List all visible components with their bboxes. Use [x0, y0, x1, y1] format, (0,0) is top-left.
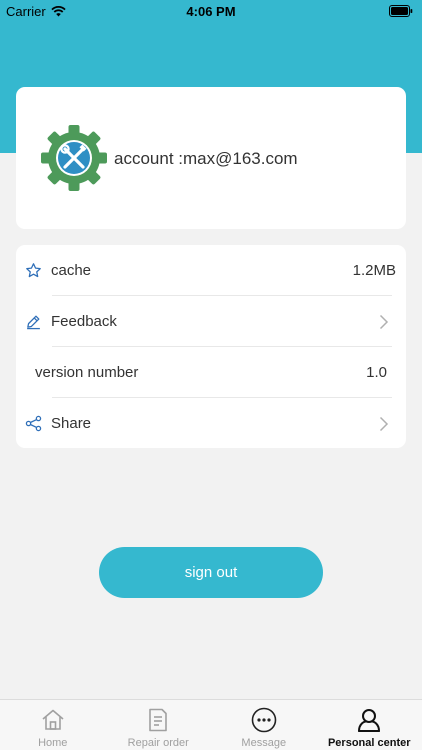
sign-out-button[interactable]: sign out [99, 547, 323, 598]
tab-label: Personal center [327, 737, 411, 749]
tab-label: Home [38, 737, 68, 749]
chevron-right-icon [379, 314, 389, 330]
gear-tools-icon [41, 125, 107, 191]
share-label: Share [51, 415, 92, 432]
document-icon [149, 708, 168, 732]
status-time: 4:06 PM [186, 4, 236, 19]
tab-repair-order[interactable]: Repair order [106, 700, 212, 750]
person-icon [358, 709, 381, 732]
menu-item-share[interactable]: Share [16, 398, 406, 449]
version-value: 1.0 [366, 364, 387, 381]
profile-card: account :max@163.com [16, 87, 406, 229]
tab-label: Message [241, 737, 287, 749]
chevron-right-icon [379, 416, 389, 432]
pencil-icon [27, 315, 40, 330]
tab-message[interactable]: Message [211, 700, 317, 750]
share-icon [25, 415, 42, 432]
menu-item-feedback[interactable]: Feedback [16, 296, 406, 347]
status-bar: Carrier 4:06 PM [0, 0, 422, 22]
tab-personal-center[interactable]: Personal center [317, 700, 422, 750]
cache-value: 1.2MB [352, 262, 396, 279]
feedback-label: Feedback [51, 313, 117, 330]
menu-item-version: version number 1.0 [16, 347, 406, 398]
battery-icon [389, 5, 413, 17]
version-label: version number [35, 364, 139, 381]
settings-menu: cache 1.2MB Feedback version number 1.0 … [16, 245, 406, 448]
cache-label: cache [51, 262, 92, 279]
home-icon [42, 709, 64, 730]
star-icon [26, 263, 41, 278]
account-label: account :max@163.com [114, 149, 298, 168]
tab-bar: Home Repair order Message Personal cente… [0, 699, 422, 750]
menu-item-cache[interactable]: cache 1.2MB [16, 245, 406, 296]
tab-label: Repair order [127, 737, 189, 749]
message-icon [251, 707, 277, 733]
tab-home[interactable]: Home [0, 700, 106, 750]
